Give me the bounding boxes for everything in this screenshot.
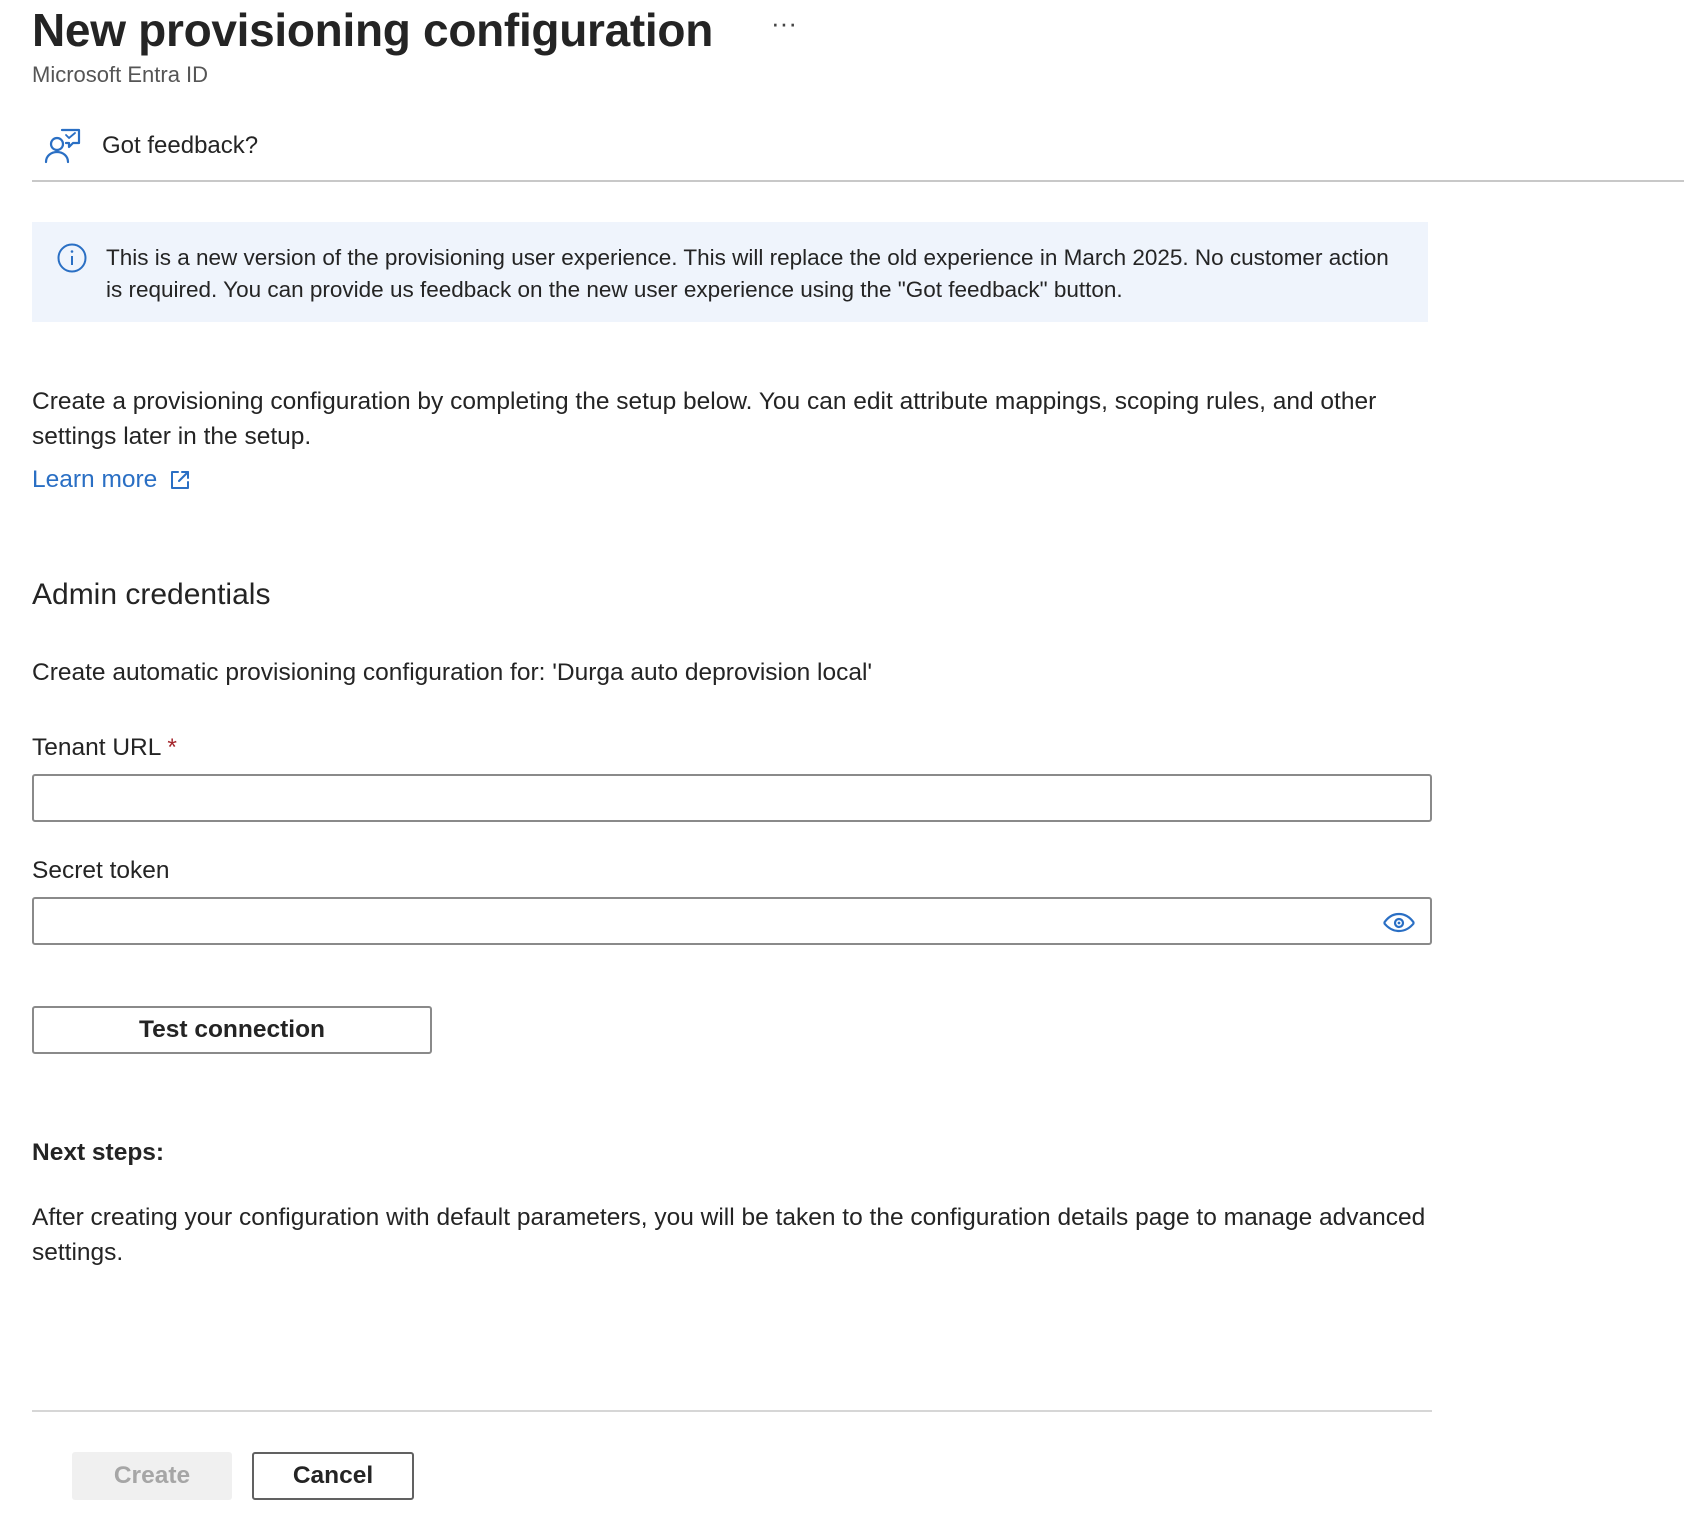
next-steps-text: After creating your configuration with d… (32, 1204, 1426, 1266)
next-steps-heading: Next steps: (32, 1139, 165, 1166)
tenant-url-label: Tenant URL * (32, 731, 177, 765)
info-banner-text: This is a new version of the provisionin… (106, 245, 1389, 302)
info-banner: This is a new version of the provisionin… (32, 222, 1428, 322)
tenant-url-input[interactable] (34, 776, 1430, 820)
more-options-button[interactable]: ··· (765, 9, 803, 37)
tenant-url-field[interactable] (32, 774, 1432, 822)
got-feedback-button[interactable]: Got feedback? (32, 118, 258, 174)
secret-token-input[interactable] (34, 899, 1430, 943)
secret-token-label: Secret token (32, 857, 170, 884)
learn-more-label: Learn more (32, 466, 158, 493)
page-title: New provisioning configuration (32, 4, 714, 56)
test-connection-button[interactable]: Test connection (32, 1006, 432, 1054)
page-subtitle: Microsoft Entra ID (32, 62, 209, 87)
feedback-person-icon (44, 128, 81, 164)
required-marker: * (167, 734, 177, 761)
got-feedback-label: Got feedback? (102, 132, 259, 159)
create-button[interactable]: Create (72, 1452, 232, 1500)
title-row: New provisioning configuration ··· (32, 0, 803, 60)
tenant-url-label-text: Tenant URL (32, 734, 162, 761)
intro-text: Create a provisioning configuration by c… (32, 388, 1377, 450)
eye-icon[interactable] (1382, 909, 1416, 935)
info-icon (57, 243, 87, 273)
secret-token-field[interactable] (32, 897, 1432, 945)
admin-credentials-heading: Admin credentials (32, 578, 271, 611)
footer-divider (32, 1410, 1432, 1412)
external-link-icon (171, 471, 190, 489)
provisioning-page: New provisioning configuration ··· Micro… (0, 0, 1684, 1526)
cancel-button[interactable]: Cancel (252, 1452, 414, 1500)
config-target-text: Create automatic provisioning configurat… (32, 659, 873, 686)
toolbar-divider (32, 180, 1684, 182)
learn-more-link[interactable]: Learn more (32, 466, 191, 494)
